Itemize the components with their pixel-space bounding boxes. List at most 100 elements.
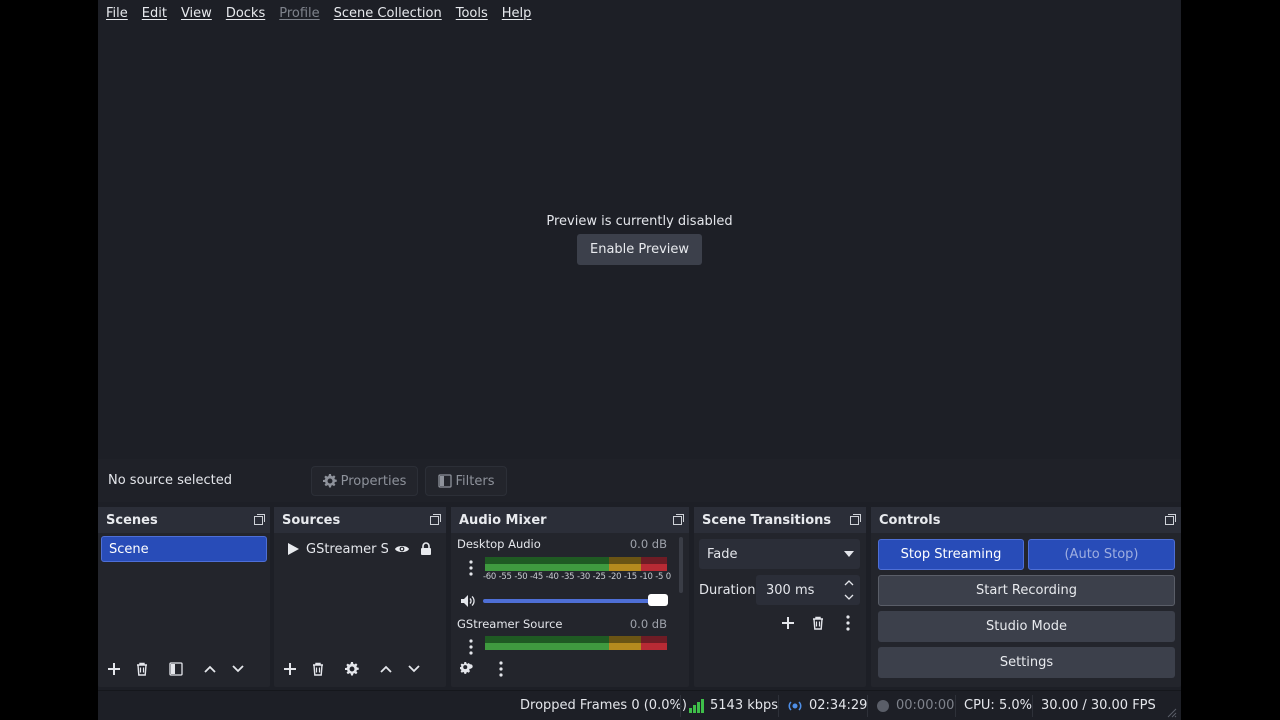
- dropped-frames: Dropped Frames 0 (0.0%): [520, 698, 687, 713]
- cpu-usage: CPU: 5.0%: [964, 698, 1032, 713]
- audio-mixer-dock-title: Audio Mixer: [451, 507, 689, 533]
- controls-dock-title: Controls: [871, 507, 1181, 533]
- transition-select[interactable]: Fade: [699, 539, 860, 569]
- add-source-button[interactable]: [276, 655, 304, 683]
- add-transition-button[interactable]: [774, 609, 802, 637]
- menu-file[interactable]: File: [106, 6, 128, 21]
- dropdown-arrow-icon: [844, 551, 854, 557]
- channel-db-value: 0.0 dB: [629, 617, 667, 631]
- undock-icon[interactable]: [254, 514, 265, 525]
- speaker-icon[interactable]: [460, 594, 478, 608]
- mixer-channel: Desktop Audio 0.0 dB -60 -55 -50 -45 -40 -35-…: [451, 537, 677, 612]
- bitrate-value: 5143 kbps: [710, 698, 779, 713]
- menu-help[interactable]: Help: [502, 6, 532, 21]
- chevron-down-icon[interactable]: [844, 594, 854, 600]
- chevron-down-icon: [232, 665, 244, 673]
- mixer-scrollbar[interactable]: [679, 537, 683, 593]
- channel-db-value: 0.0 dB: [629, 537, 667, 551]
- preview-area: Preview is currently disabled Enable Pre…: [98, 27, 1181, 459]
- chevron-up-icon: [204, 665, 216, 673]
- enable-preview-button[interactable]: Enable Preview: [577, 234, 702, 265]
- duration-label: Duration: [699, 583, 756, 598]
- record-time-indicator: 00:00:00: [876, 698, 954, 713]
- add-scene-button[interactable]: [100, 655, 128, 683]
- filters-icon: [437, 474, 452, 488]
- lock-icon[interactable]: [420, 542, 432, 556]
- start-recording-button[interactable]: Start Recording: [878, 575, 1175, 606]
- record-icon: [877, 699, 889, 712]
- undock-icon[interactable]: [430, 514, 441, 525]
- filters-button[interactable]: Filters: [425, 466, 507, 496]
- menu-profile[interactable]: Profile: [279, 6, 319, 21]
- mixer-menu-button[interactable]: [487, 655, 515, 683]
- preview-disabled-message: Preview is currently disabled: [546, 214, 733, 229]
- menu-scene-collection[interactable]: Scene Collection: [334, 6, 442, 21]
- plus-icon: [782, 617, 794, 629]
- scene-filters-button[interactable]: [162, 655, 190, 683]
- streaming-icon: [788, 700, 802, 711]
- auto-stop-button[interactable]: (Auto Stop): [1028, 539, 1175, 570]
- duration-spinbox[interactable]: 300 ms: [756, 575, 860, 605]
- menu-tools[interactable]: Tools: [456, 6, 488, 21]
- filters-icon: [169, 662, 183, 676]
- mixer-toolbar: [451, 655, 689, 683]
- studio-mode-button[interactable]: Studio Mode: [878, 611, 1175, 642]
- obs-window: File Edit View Docks Profile Scene Colle…: [98, 0, 1181, 720]
- kebab-menu-icon: [499, 661, 503, 677]
- scene-list-item[interactable]: Scene: [101, 536, 267, 562]
- stop-streaming-button[interactable]: Stop Streaming: [878, 539, 1024, 570]
- remove-scene-button[interactable]: [128, 655, 156, 683]
- volume-meter: [485, 636, 667, 652]
- channel-name: Desktop Audio: [457, 537, 541, 551]
- undock-icon[interactable]: [1165, 514, 1176, 525]
- plus-icon: [108, 663, 120, 675]
- source-name: GStreamer Sc: [306, 541, 388, 557]
- bitrate-indicator: 5143 kbps: [688, 698, 778, 713]
- signal-strength-icon: [689, 698, 704, 713]
- source-list-item[interactable]: GStreamer Sc: [274, 537, 446, 561]
- undock-icon[interactable]: [673, 514, 684, 525]
- chevron-up-icon: [380, 665, 392, 673]
- record-time: 00:00:00: [896, 698, 955, 713]
- remove-transition-button[interactable]: [804, 609, 832, 637]
- gear-icon: [322, 474, 337, 488]
- trash-icon: [137, 662, 147, 676]
- menu-docks[interactable]: Docks: [226, 6, 265, 21]
- scenes-dock: Scenes Scene: [98, 507, 270, 687]
- remove-source-button[interactable]: [304, 655, 332, 683]
- properties-button[interactable]: Properties: [311, 466, 418, 496]
- menu-view[interactable]: View: [181, 6, 212, 21]
- filters-label: Filters: [455, 473, 495, 489]
- no-source-label: No source selected: [108, 473, 232, 488]
- gear-icon: [460, 662, 473, 674]
- volume-slider[interactable]: [483, 599, 667, 603]
- source-properties-button[interactable]: [338, 655, 366, 683]
- source-move-down-button[interactable]: [400, 655, 428, 683]
- trash-icon: [313, 662, 323, 676]
- settings-button[interactable]: Settings: [878, 647, 1175, 678]
- stream-time-indicator: 02:34:29: [787, 698, 867, 713]
- transition-menu-button[interactable]: [834, 609, 862, 637]
- channel-menu-icon[interactable]: [468, 560, 474, 576]
- resize-grip-icon[interactable]: [1167, 708, 1177, 718]
- source-context-bar: No source selected Properties Filters: [98, 459, 1181, 502]
- scene-transitions-dock: Scene Transitions Fade Duration 300 ms: [694, 507, 866, 687]
- scene-move-down-button[interactable]: [224, 655, 252, 683]
- scene-transitions-dock-title: Scene Transitions: [694, 507, 866, 533]
- controls-dock: Controls Stop Streaming (Auto Stop) Star…: [871, 507, 1181, 687]
- scenes-dock-title: Scenes: [98, 507, 270, 533]
- menu-edit[interactable]: Edit: [142, 6, 167, 21]
- gear-icon: [345, 662, 359, 676]
- eye-icon[interactable]: [394, 543, 410, 555]
- source-move-up-button[interactable]: [372, 655, 400, 683]
- sources-toolbar: [274, 655, 446, 683]
- volume-slider-handle[interactable]: [648, 594, 668, 606]
- chevron-up-icon[interactable]: [844, 580, 854, 586]
- trash-icon: [813, 616, 823, 630]
- advanced-audio-button[interactable]: [453, 655, 481, 683]
- transitions-toolbar: [774, 609, 862, 637]
- scene-move-up-button[interactable]: [196, 655, 224, 683]
- undock-icon[interactable]: [850, 514, 861, 525]
- channel-menu-icon[interactable]: [468, 639, 474, 655]
- menu-bar: File Edit View Docks Profile Scene Colle…: [98, 0, 1181, 27]
